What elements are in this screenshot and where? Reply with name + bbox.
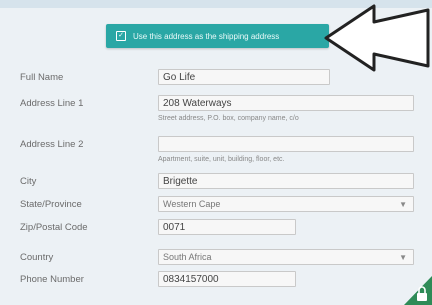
country-select[interactable]: South Africa ▼ bbox=[158, 249, 414, 265]
checkbox-icon[interactable]: ✓ bbox=[116, 31, 126, 41]
shipping-form-page: ✓ Use this address as the shipping addre… bbox=[0, 0, 432, 305]
lock-icon bbox=[404, 276, 432, 305]
country-label: Country bbox=[20, 252, 54, 263]
state-select[interactable]: Western Cape ▼ bbox=[158, 196, 414, 212]
phone-input[interactable]: 0834157000 bbox=[158, 271, 296, 287]
state-select-value: Western Cape bbox=[163, 199, 221, 209]
address-line-2-hint: Apartment, suite, unit, building, floor,… bbox=[158, 156, 285, 163]
address-line-1-label: Address Line 1 bbox=[20, 98, 84, 109]
full-name-input[interactable]: Go Life bbox=[158, 69, 330, 85]
arrow-icon bbox=[324, 4, 430, 72]
chevron-down-icon: ▼ bbox=[399, 200, 407, 209]
phone-label: Phone Number bbox=[20, 274, 84, 285]
address-line-1-input[interactable]: 208 Waterways bbox=[158, 95, 414, 111]
city-label: City bbox=[20, 176, 37, 187]
address-line-2-label: Address Line 2 bbox=[20, 139, 84, 150]
city-input[interactable]: Brigette bbox=[158, 173, 414, 189]
chevron-down-icon: ▼ bbox=[399, 253, 407, 262]
full-name-label: Full Name bbox=[20, 72, 64, 83]
use-as-shipping-toggle[interactable]: ✓ Use this address as the shipping addre… bbox=[106, 24, 329, 48]
use-as-shipping-label: Use this address as the shipping address bbox=[133, 31, 280, 41]
country-select-value: South Africa bbox=[163, 252, 212, 262]
zip-label: Zip/Postal Code bbox=[20, 222, 88, 233]
zip-input[interactable]: 0071 bbox=[158, 219, 296, 235]
address-line-2-input[interactable] bbox=[158, 136, 414, 152]
state-label: State/Province bbox=[20, 199, 82, 210]
address-line-1-hint: Street address, P.O. box, company name, … bbox=[158, 115, 299, 122]
